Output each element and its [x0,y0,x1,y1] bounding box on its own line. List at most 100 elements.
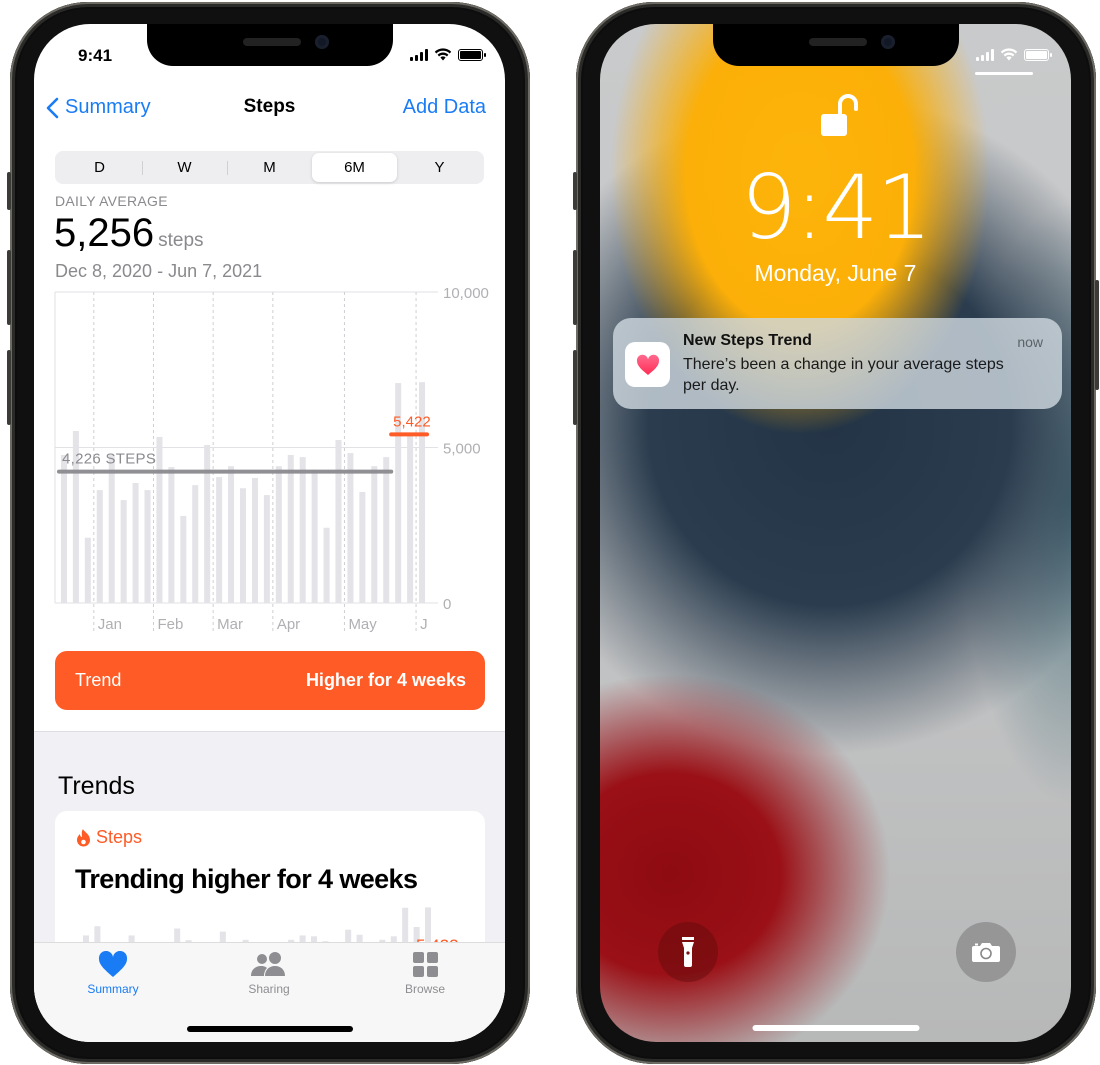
health-screen: 9:41 Summary Steps Add Data D W M 6M Y D… [34,24,505,1042]
chart-bar [359,491,366,603]
y-tick-label: 0 [443,596,451,613]
x-tick-label: J [420,616,428,633]
heart-icon [98,951,128,977]
daily-average-number: 5,256 [54,211,155,255]
mini-steps-chart: 5,422 [83,907,459,947]
chevron-left-icon [46,97,59,118]
x-tick-label: Jan [98,616,122,633]
status-icons [976,48,1052,61]
home-indicator[interactable] [752,1025,919,1031]
daily-average-label: DAILY AVERAGE [55,193,168,209]
chart-bar [287,454,294,603]
wifi-icon [434,48,452,61]
notch [146,24,393,66]
chart-bar [311,469,318,603]
health-heart-icon [636,354,659,375]
volume-down-button [7,350,11,425]
unlocked-padlock-icon [821,94,858,136]
add-data-button[interactable]: Add Data [403,96,486,119]
chart-bar [168,467,175,603]
segment-6-months[interactable]: 6M [312,153,397,182]
chart-bar [240,488,246,603]
y-tick-label: 10,000 [443,285,489,302]
tab-summary[interactable]: Summary [58,951,168,996]
chart-bar [299,457,306,603]
chart-bar [371,466,378,603]
tab-browse[interactable]: Browse [370,951,480,996]
chart-bar [132,482,139,603]
grid-icon [412,952,438,977]
average-line-label: 4,226 STEPS [62,451,156,468]
chart-bar [96,490,103,603]
chart-bar [347,453,354,603]
lock-screen: 9:41 Monday, June 7 New Steps Trend now … [600,24,1071,1042]
health-app-icon [625,342,670,387]
notification-title: New Steps Trend [683,332,812,349]
time-range-segmented-control: D W M 6M Y [55,151,484,184]
chart-bar [407,432,414,603]
notification-body: There’s been a change in your average st… [683,356,1004,394]
status-time: 9:41 [78,46,113,65]
people-icon [251,952,285,976]
phone-health-app: 9:41 Summary Steps Add Data D W M 6M Y D… [7,2,530,1064]
x-tick-label: Mar [217,616,243,633]
battery-icon [458,48,486,61]
tab-browse-label: Browse [404,982,445,996]
chart-bar [120,500,127,603]
lock-screen-date: Monday, June 7 [754,260,917,286]
wifi-icon [1000,48,1018,61]
chart-bar [323,527,330,603]
notification-banner[interactable]: New Steps Trend now There’s been a chang… [613,318,1062,409]
trend-label: Trend [75,670,122,690]
volume-up-button [7,250,11,325]
steps-bar-chart[interactable]: 0 5,000 10,000 Jan Feb Mar Apr May J 4,226 STEPS 5… [34,279,505,639]
x-tick-label: Feb [157,616,183,633]
segment-month[interactable]: M [227,153,312,182]
chart-bar [263,495,270,603]
mute-switch [573,172,577,210]
notch [712,24,959,66]
segment-week[interactable]: W [142,153,227,182]
chart-bar [144,490,151,603]
control-center-handle[interactable] [975,72,1033,75]
phone-lock-screen: 9:41 Monday, June 7 New Steps Trend now … [573,2,1099,1064]
trends-title: Trends [58,772,135,800]
chart-bar [251,477,258,603]
chart-bar [275,466,282,603]
flashlight-button[interactable] [658,922,718,982]
cellular-signal-icon [410,48,428,61]
trend-value: Higher for 4 weeks [305,670,466,690]
nav-bar: Summary Steps Add Data [34,96,505,126]
back-button[interactable]: Summary [46,96,151,119]
tab-sharing[interactable]: Sharing [214,951,324,996]
chart-bar [84,537,91,603]
back-label: Summary [65,96,151,118]
battery-icon [1024,48,1052,61]
chart-bar [228,466,235,603]
volume-down-button [573,350,577,425]
card-category-label: Steps [96,827,143,847]
daily-average-unit: steps [158,230,204,251]
camera-button[interactable] [956,922,1016,982]
chart-bar [60,454,67,603]
segment-year[interactable]: Y [397,153,482,182]
camera-icon [972,943,1000,962]
chart-bar [335,440,342,603]
segment-day[interactable]: D [57,153,142,182]
notification-time: now [1017,334,1043,350]
y-tick-label: 5,000 [443,441,481,458]
flame-icon [77,828,90,846]
trend-banner[interactable]: Trend Higher for 4 weeks [55,651,485,710]
chart-bar [192,485,199,603]
tab-summary-label: Summary [87,982,139,996]
lock-screen-time: 9:41 [740,156,933,259]
card-category: Steps [76,827,142,848]
home-indicator[interactable] [186,1026,353,1032]
flashlight-icon [682,937,694,967]
mute-switch [7,172,11,210]
volume-up-button [573,250,577,325]
chart-bar [204,445,211,603]
status-icons [410,48,486,61]
side-button [1095,280,1099,390]
tab-sharing-label: Sharing [248,982,290,996]
